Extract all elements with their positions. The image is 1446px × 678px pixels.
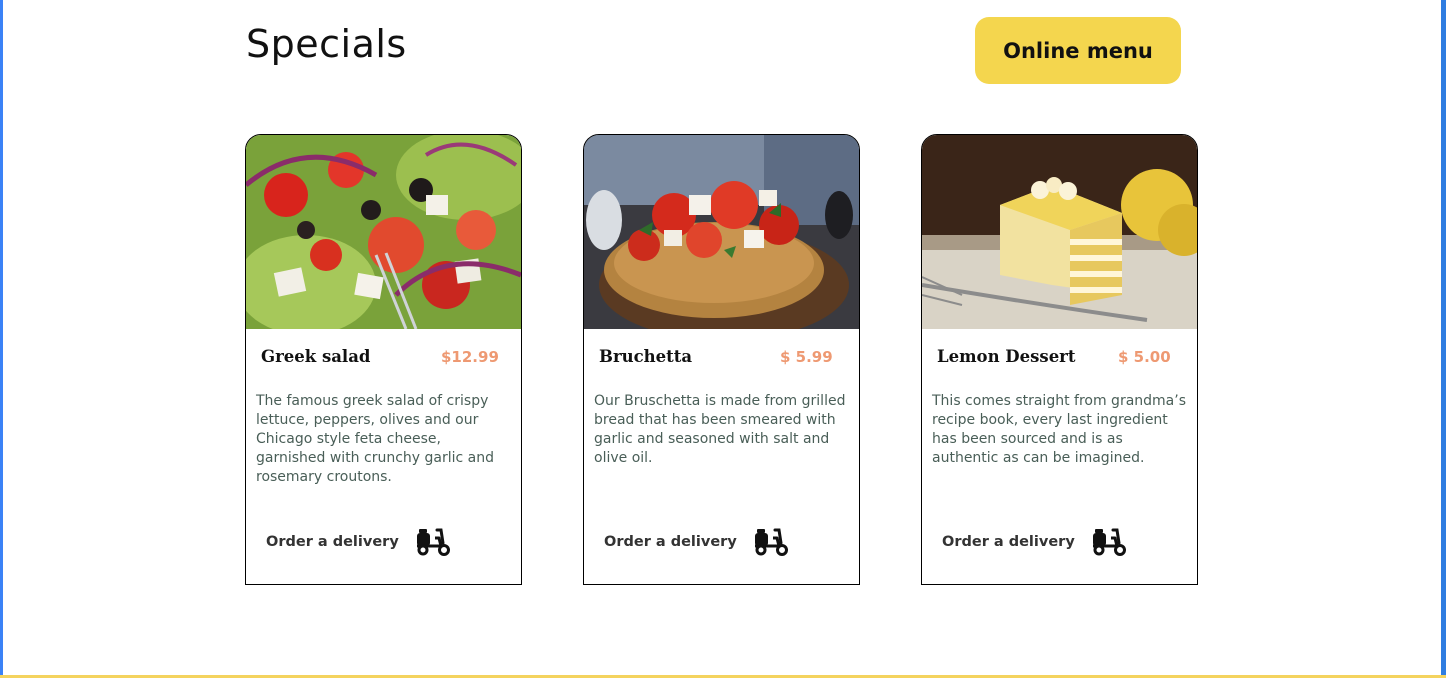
- dish-price: $ 5.99: [780, 348, 833, 366]
- order-delivery-link[interactable]: Order a delivery: [604, 527, 789, 557]
- dish-description: This comes straight from grandma’s recip…: [932, 393, 1186, 466]
- dish-description: The famous greek salad of crispy lettuce…: [256, 393, 494, 485]
- bruchetta-image: [584, 135, 859, 329]
- dish-name: Lemon Dessert: [937, 347, 1076, 366]
- special-card-greek-salad: Greek salad $12.99 The famous greek sala…: [245, 134, 522, 585]
- window-frame-left: [0, 0, 3, 678]
- delivery-scooter-icon: [1091, 527, 1127, 557]
- lemon-dessert-image: [922, 135, 1197, 329]
- special-card-lemon-dessert: Lemon Dessert $ 5.00 This comes straight…: [921, 134, 1198, 585]
- online-menu-button[interactable]: Online menu: [975, 17, 1181, 84]
- delivery-scooter-icon: [415, 527, 451, 557]
- dish-price: $12.99: [441, 348, 499, 366]
- dish-description: Our Bruschetta is made from grilled brea…: [594, 393, 846, 466]
- special-card-bruchetta: Bruchetta $ 5.99 Our Bruschetta is made …: [583, 134, 860, 585]
- dish-name: Bruchetta: [599, 347, 693, 366]
- window-frame-right: [1441, 0, 1446, 678]
- greek-salad-image: [246, 135, 521, 329]
- order-delivery-label: Order a delivery: [942, 534, 1075, 550]
- dish-name: Greek salad: [261, 347, 371, 366]
- order-delivery-link[interactable]: Order a delivery: [942, 527, 1127, 557]
- order-delivery-label: Order a delivery: [266, 534, 399, 550]
- section-title: Specials: [246, 22, 407, 66]
- delivery-scooter-icon: [753, 527, 789, 557]
- order-delivery-label: Order a delivery: [604, 534, 737, 550]
- dish-price: $ 5.00: [1118, 348, 1171, 366]
- order-delivery-link[interactable]: Order a delivery: [266, 527, 451, 557]
